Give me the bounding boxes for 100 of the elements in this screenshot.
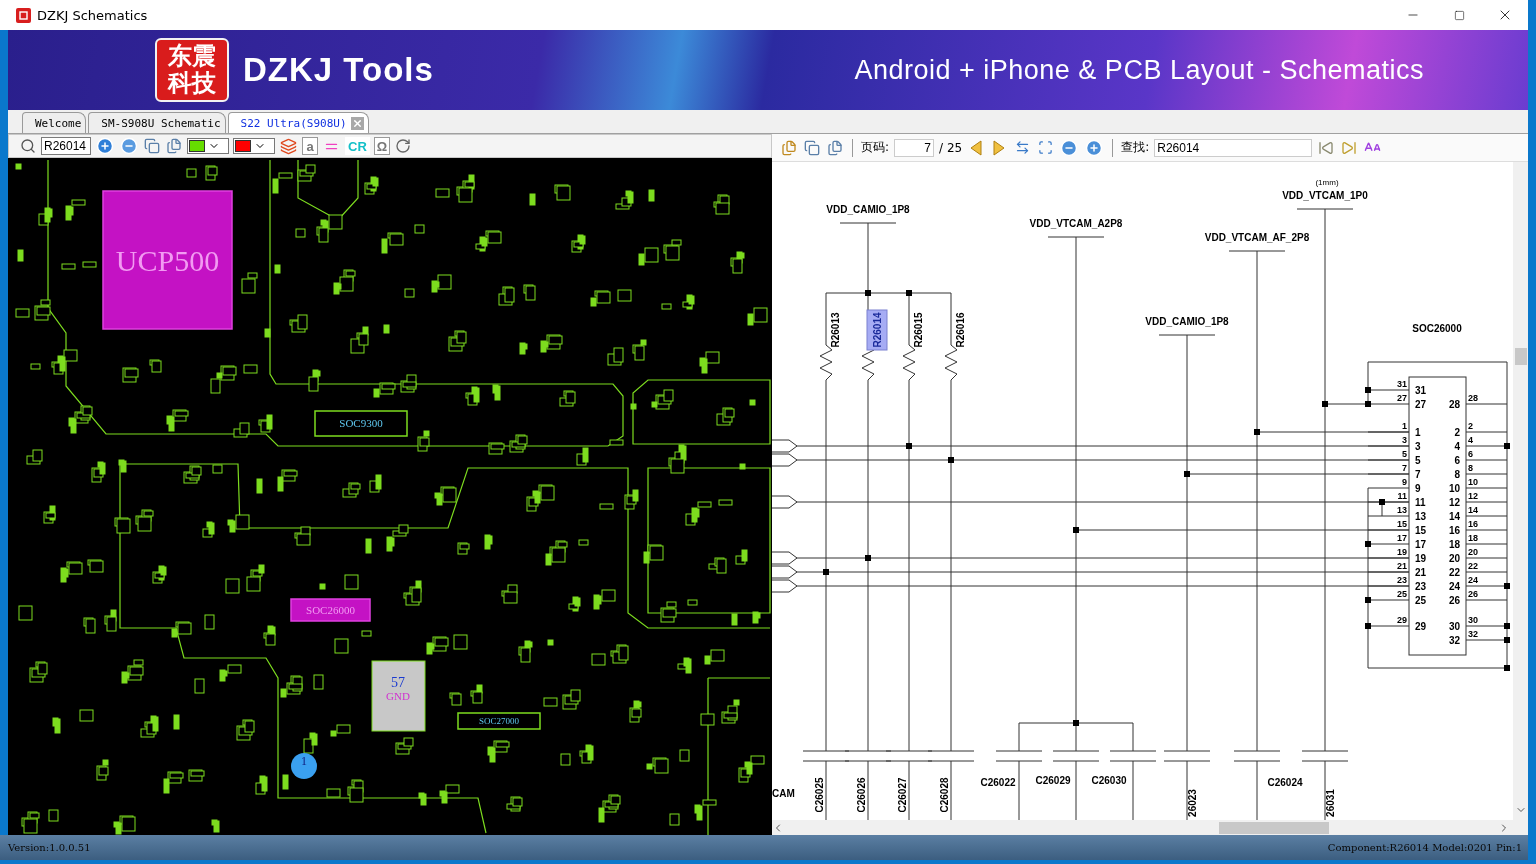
letter-tool-button[interactable]: a (302, 137, 318, 155)
component-footprint[interactable] (457, 712, 541, 730)
pin-number: 28 (1468, 393, 1478, 404)
document-tab[interactable]: Welcome (22, 112, 87, 133)
pin-number: 29 (1415, 621, 1427, 633)
resistor-label[interactable]: R26015 (912, 312, 924, 348)
color-picker[interactable] (233, 138, 275, 154)
window-title: DZKJ Schematics (37, 7, 149, 23)
pin-number: 6 (1454, 455, 1460, 467)
horizontal-scrollbar[interactable] (772, 820, 1528, 835)
scrollbar-thumb[interactable] (1219, 821, 1329, 834)
pin-number: 22 (1448, 567, 1460, 579)
search-field[interactable]: R26014 (41, 137, 91, 155)
omega-tool-button[interactable]: Ω (373, 137, 391, 155)
color-picker[interactable] (187, 138, 229, 154)
product-name: DZKJ Tools (243, 51, 434, 89)
vertical-scrollbar[interactable] (1513, 162, 1528, 821)
resistor-label[interactable]: R26013 (829, 312, 841, 348)
net-wire (950, 760, 952, 821)
scrollbar-thumb[interactable] (1514, 348, 1527, 366)
layers-icon[interactable] (279, 136, 298, 156)
pin-number: 16 (1468, 519, 1478, 530)
logo-text: 科技 (168, 70, 216, 97)
capacitor-symbol (927, 750, 975, 762)
pin-number: 23 (1397, 575, 1407, 586)
port-arrow (772, 551, 798, 565)
net-wire (867, 760, 869, 821)
pin-number: 24 (1448, 581, 1460, 593)
pin-number: 14 (1448, 511, 1460, 523)
resistor-symbol (944, 344, 958, 381)
net-wire (825, 760, 827, 821)
pin-number: 4 (1454, 441, 1460, 453)
capacitor-label: C26030 (1091, 775, 1127, 787)
find-label: 查找: (1121, 139, 1150, 157)
pin-number: 3 (1402, 435, 1407, 446)
pin-number: 2 (1468, 421, 1473, 432)
banner-tagline: Android + iPhone & PCB Layout - Schematics (854, 54, 1424, 86)
net-label: VDD_VTCAM_A2P8 (1029, 218, 1123, 230)
pin-number: 7 (1402, 463, 1407, 474)
port-arrow (772, 453, 798, 467)
port-arrow (772, 565, 798, 579)
component-info: Component:R26014 Model:0201 Pin:1 (1327, 842, 1522, 853)
find-field[interactable]: R26014 (1154, 138, 1313, 157)
pin-number: 29 (1397, 615, 1407, 626)
tab-close-button[interactable] (350, 116, 364, 130)
pin-number: 2 (1454, 427, 1460, 439)
port-arrow (772, 495, 798, 509)
pin-number: 3 (1415, 441, 1421, 453)
capacitor-label: C26024 (1267, 777, 1303, 789)
pin-number: 30 (1468, 615, 1478, 626)
net-wire (1075, 760, 1077, 821)
resistor-label[interactable]: R26014 (871, 312, 883, 348)
zoom-out-button[interactable] (119, 136, 139, 156)
pin-number: 8 (1454, 469, 1460, 481)
resistor-label[interactable]: R26016 (954, 312, 966, 348)
pin-number: 19 (1415, 553, 1427, 565)
pin-number: 6 (1468, 449, 1473, 460)
pin-number: 21 (1415, 567, 1427, 579)
pin-number: 31 (1415, 385, 1427, 397)
pin-number: 18 (1448, 539, 1460, 551)
pin-number: 13 (1397, 505, 1407, 516)
pin-number: 32 (1448, 635, 1460, 647)
capacitor-symbol (1163, 750, 1211, 762)
net-name: GND (386, 690, 410, 702)
capacitor-label: C26029 (1035, 775, 1071, 787)
component-footprint (371, 660, 426, 732)
pin-number: 12 (1448, 497, 1460, 509)
copy-icon[interactable] (165, 136, 183, 156)
port-label: CAM (772, 788, 795, 800)
port-arrow (772, 439, 798, 453)
document-tab[interactable]: S22 Ultra(S908U) (227, 112, 369, 133)
pin-number: 27 (1397, 393, 1407, 404)
pin-number: 1 (1402, 421, 1407, 432)
zoom-in-button[interactable] (95, 136, 115, 156)
net-wire (908, 760, 910, 821)
capacitor-label: C26027 (896, 777, 908, 813)
capacitor-symbol (1109, 750, 1157, 762)
maximize-icon (1453, 9, 1465, 21)
pin-number: 1 (301, 754, 307, 768)
pin-number: 27 (1415, 399, 1427, 411)
rotate-icon[interactable] (394, 136, 413, 156)
net-label: VDD_CAMIO_1P8 (826, 204, 910, 216)
capacitor-label: C26022 (980, 777, 1016, 789)
pin-number: 20 (1468, 547, 1478, 558)
pin-number: 32 (1468, 629, 1478, 640)
pcb-canvas[interactable]: UCP500 SOC9300 SOC26000 SOC27000 57 GND 1 (8, 158, 772, 835)
document-tab[interactable]: SM-S908U Schematic (88, 112, 226, 133)
page-label: 页码: (861, 139, 890, 157)
pin-number: 26 (1468, 589, 1478, 600)
net-label: VDD_VTCAM_1P0 (1282, 190, 1368, 202)
pin-number: 12 (1468, 491, 1478, 502)
component-footprint[interactable] (314, 410, 408, 437)
pin-number: 1 (1415, 427, 1421, 439)
copy-icon[interactable] (143, 136, 161, 156)
page-field[interactable]: 7 (894, 138, 935, 157)
pin-number: 14 (1468, 505, 1478, 516)
capacitor-symbol (1052, 750, 1100, 762)
pin-number: 17 (1397, 533, 1407, 544)
component-label: UCP500 (115, 243, 220, 277)
pin-number: 25 (1397, 589, 1407, 600)
